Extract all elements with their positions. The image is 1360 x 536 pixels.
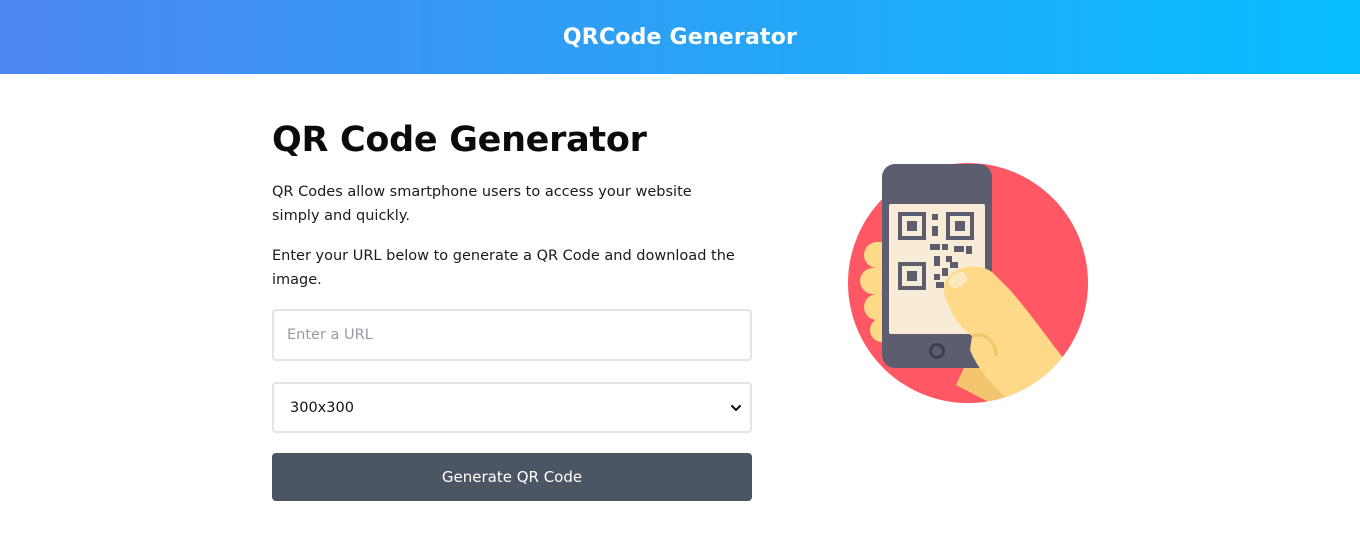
instructions-paragraph: Enter your URL below to generate a QR Co… — [272, 248, 735, 288]
app-title: QRCode Generator — [562, 24, 798, 50]
generate-qr-button[interactable]: Generate QR Code — [272, 453, 752, 501]
page-title: QR Code Generator — [272, 120, 647, 160]
url-input[interactable] — [272, 309, 752, 361]
size-select-value: 300x300 — [290, 399, 354, 416]
intro-paragraph: QR Codes allow smartphone users to acces… — [272, 184, 692, 224]
size-select[interactable]: 300x300 — [272, 382, 752, 433]
chevron-down-icon — [731, 404, 741, 411]
app-header: QRCode Generator — [0, 0, 1360, 74]
phone-scanning-qr-code-illustration — [848, 163, 1088, 403]
generator-form-section: QR Code Generator QR Codes allow smartph… — [272, 110, 752, 501]
